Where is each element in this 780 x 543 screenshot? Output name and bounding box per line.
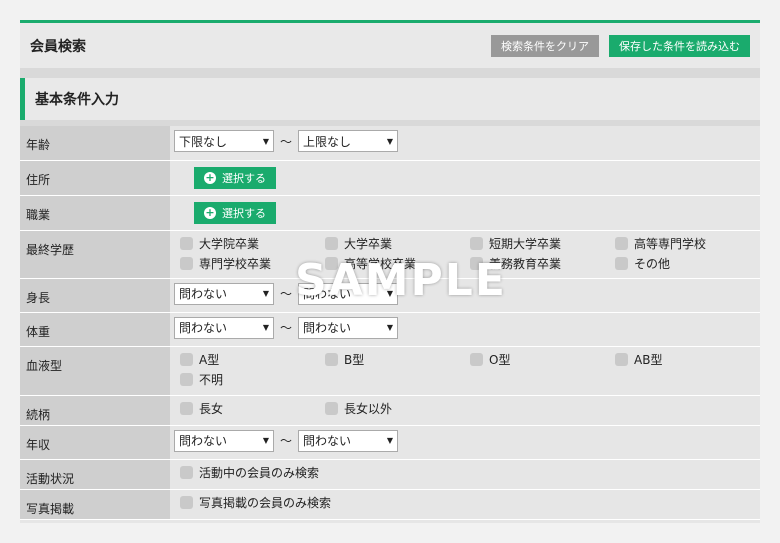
blood-type-options: A型 B型 O型 AB型 不明	[174, 351, 756, 389]
checkbox-option[interactable]: AB型	[615, 351, 760, 369]
label-address: 住所	[20, 160, 170, 196]
checkbox[interactable]	[180, 373, 193, 386]
education-options: 大学院卒業 大学卒業 短期大学卒業 高等専門学校 専門学校卒業 高等学校卒業 義…	[174, 235, 756, 273]
checkbox[interactable]	[180, 496, 193, 509]
label-photo: 写真掲載	[20, 489, 170, 520]
caret-down-icon: ▼	[262, 136, 269, 146]
checkbox-option[interactable]: 大学院卒業	[180, 235, 325, 253]
checkbox[interactable]	[180, 466, 193, 479]
clear-conditions-button[interactable]: 検索条件をクリア	[491, 34, 599, 57]
row-income: 年収 問わない ▼ 〜問わない ▼	[20, 425, 760, 460]
caret-down-icon: ▼	[386, 436, 394, 445]
checkbox[interactable]	[180, 257, 193, 270]
label-job: 職業	[20, 195, 170, 231]
row-age: 年齢 下限なし ▼ 〜上限なし ▼	[20, 126, 760, 161]
active-members-only-checkbox[interactable]: 活動中の会員のみ検索	[180, 464, 760, 482]
row-address: 住所 + 選択する	[20, 160, 760, 196]
address-select-button[interactable]: + 選択する	[194, 166, 276, 189]
caret-down-icon: ▼	[386, 323, 394, 332]
row-job: 職業 + 選択する	[20, 195, 760, 231]
checkbox[interactable]	[470, 237, 483, 250]
job-select-button[interactable]: + 選択する	[194, 201, 276, 224]
divider	[20, 68, 760, 78]
caret-down-icon: ▼	[386, 289, 394, 298]
header: 会員検索 検索条件をクリア 保存した条件を読み込む	[20, 23, 760, 68]
checkbox-option[interactable]: 高等専門学校	[615, 235, 760, 253]
checkbox[interactable]	[325, 237, 338, 250]
row-sibling-order: 続柄 長女 長女以外	[20, 395, 760, 426]
checkbox-option[interactable]: 長女以外	[325, 400, 470, 418]
checkbox-option[interactable]: 高等学校卒業	[325, 255, 470, 273]
checkbox[interactable]	[180, 353, 193, 366]
label-height: 身長	[20, 278, 170, 313]
row-education: 最終学歴 大学院卒業 大学卒業 短期大学卒業 高等専門学校 専門学校卒業 高等学…	[20, 230, 760, 279]
label-education: 最終学歴	[20, 230, 170, 279]
row-activity: 活動状況 活動中の会員のみ検索	[20, 459, 760, 490]
label-blood-type: 血液型	[20, 346, 170, 396]
weight-to-select[interactable]: 問わない ▼	[298, 316, 399, 339]
section-title: 基本条件入力	[20, 78, 760, 120]
page-title: 会員検索	[30, 38, 86, 55]
weight-from-select[interactable]: 問わない ▼	[174, 316, 274, 339]
checkbox[interactable]	[470, 257, 483, 270]
caret-down-icon: ▼	[262, 289, 269, 298]
income-from-select[interactable]: 問わない ▼	[174, 429, 274, 452]
row-weight: 体重 問わない ▼ 〜問わない ▼	[20, 312, 760, 347]
caret-down-icon: ▼	[262, 436, 269, 445]
load-saved-conditions-button[interactable]: 保存した条件を読み込む	[609, 34, 750, 57]
row-blood-type: 血液型 A型 B型 O型 AB型 不明	[20, 346, 760, 396]
caret-down-icon: ▼	[386, 136, 394, 146]
checkbox-option[interactable]: その他	[615, 255, 760, 273]
checkbox-option[interactable]: O型	[470, 351, 615, 369]
income-to-select[interactable]: 問わない ▼	[298, 429, 399, 452]
checkbox[interactable]	[180, 402, 193, 415]
checkbox[interactable]	[325, 402, 338, 415]
member-search-panel: 会員検索 検索条件をクリア 保存した条件を読み込む 基本条件入力 年齢 下限なし…	[20, 20, 760, 523]
checkbox-option[interactable]: 大学卒業	[325, 235, 470, 253]
header-buttons: 検索条件をクリア 保存した条件を読み込む	[491, 34, 750, 57]
label-sibling-order: 続柄	[20, 395, 170, 426]
row-height: 身長 問わない ▼ 〜問わない ▼	[20, 278, 760, 313]
label-income: 年収	[20, 425, 170, 460]
height-from-select[interactable]: 問わない ▼	[174, 282, 274, 305]
sibling-order-options: 長女 長女以外	[174, 400, 756, 418]
checkbox-option[interactable]: 専門学校卒業	[180, 255, 325, 273]
checkbox[interactable]	[325, 353, 338, 366]
checkbox-option[interactable]: 義務教育卒業	[470, 255, 615, 273]
checkbox-option[interactable]: 短期大学卒業	[470, 235, 615, 253]
height-to-select[interactable]: 問わない ▼	[298, 282, 399, 305]
age-to-select[interactable]: 上限なし ▼	[298, 130, 399, 152]
checkbox-option[interactable]: B型	[325, 351, 470, 369]
checkbox-option[interactable]: 不明	[180, 371, 325, 389]
checkbox[interactable]	[615, 353, 628, 366]
checkbox-option[interactable]: A型	[180, 351, 325, 369]
checkbox[interactable]	[470, 353, 483, 366]
checkbox[interactable]	[615, 237, 628, 250]
plus-circle-icon: +	[204, 205, 216, 219]
label-weight: 体重	[20, 312, 170, 347]
checkbox[interactable]	[180, 237, 193, 250]
label-activity: 活動状況	[20, 459, 170, 490]
age-from-select[interactable]: 下限なし ▼	[174, 130, 274, 152]
conditions-table: 年齢 下限なし ▼ 〜上限なし ▼ 住所 + 選択する 職業 + 選択する 最終学歴 大学…	[20, 126, 760, 520]
checkbox[interactable]	[325, 257, 338, 270]
photo-members-only-checkbox[interactable]: 写真掲載の会員のみ検索	[180, 494, 760, 512]
label-age: 年齢	[20, 126, 170, 161]
plus-circle-icon: +	[204, 170, 216, 184]
checkbox-option[interactable]: 長女	[180, 400, 325, 418]
checkbox[interactable]	[615, 257, 628, 270]
row-photo: 写真掲載 写真掲載の会員のみ検索	[20, 489, 760, 520]
caret-down-icon: ▼	[262, 323, 269, 332]
